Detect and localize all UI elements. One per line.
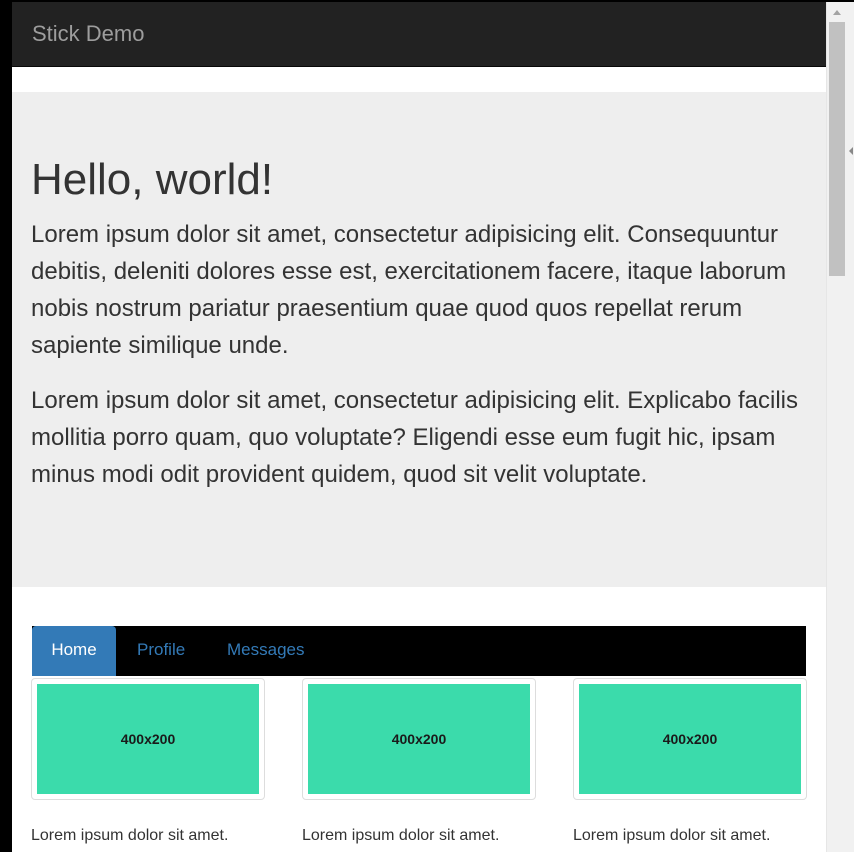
scrollbar-thumb[interactable]	[829, 22, 845, 276]
collapse-arrow-icon[interactable]	[848, 140, 854, 162]
jumbotron: Hello, world! Lorem ipsum dolor sit amet…	[12, 92, 826, 587]
thumbnail[interactable]: 400x200	[302, 678, 536, 800]
tab-home[interactable]: Home	[32, 626, 116, 676]
nav-tabs: Home Profile Messages	[32, 626, 806, 676]
jumbotron-paragraph: Lorem ipsum dolor sit amet, consectetur …	[31, 387, 799, 488]
scroll-up-arrow-icon[interactable]	[827, 2, 847, 22]
vertical-scrollbar[interactable]	[826, 2, 854, 852]
navbar-brand[interactable]: Stick Demo	[32, 20, 144, 48]
navbar: Stick Demo	[12, 2, 826, 67]
thumbnail[interactable]: 400x200	[31, 678, 265, 800]
thumbnail-image: 400x200	[37, 684, 259, 794]
tab-messages[interactable]: Messages	[227, 626, 304, 676]
browser-frame: Stick Demo Hello, world! Lorem ipsum dol…	[0, 0, 854, 852]
jumbotron-title: Hello, world!	[31, 155, 274, 204]
thumbnail-caption: Lorem ipsum dolor sit amet.	[31, 827, 229, 844]
thumbnail-caption: Lorem ipsum dolor sit amet.	[573, 827, 771, 844]
page-viewport: Stick Demo Hello, world! Lorem ipsum dol…	[12, 2, 826, 852]
thumbnail-caption: Lorem ipsum dolor sit amet.	[302, 827, 500, 844]
tab-profile[interactable]: Profile	[137, 626, 185, 676]
thumbnail-image: 400x200	[579, 684, 801, 794]
thumbnail-image: 400x200	[308, 684, 530, 794]
thumbnail[interactable]: 400x200	[573, 678, 807, 800]
jumbotron-paragraph: Lorem ipsum dolor sit amet, consectetur …	[31, 221, 787, 359]
